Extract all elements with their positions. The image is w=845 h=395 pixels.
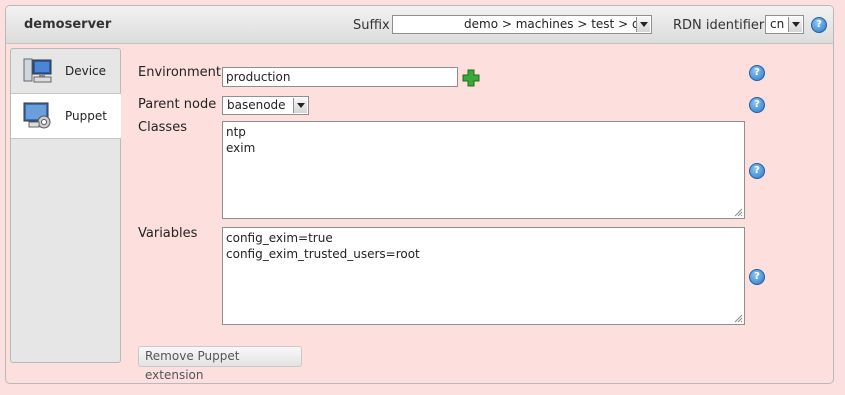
chevron-down-icon (293, 98, 307, 113)
tab-puppet-label: Puppet (65, 109, 107, 123)
classes-textarea[interactable]: ntp exim (222, 121, 745, 219)
variables-textarea[interactable]: config_exim=true config_exim_trusted_use… (222, 227, 745, 325)
dialog-frame: demoserver Suffix demo > machines > test… (5, 5, 834, 384)
add-icon[interactable] (462, 69, 480, 87)
parent-node-value: basenode (227, 98, 286, 112)
parent-node-label: Parent node (138, 97, 217, 112)
chevron-down-icon (788, 17, 802, 32)
resize-grip-icon[interactable] (733, 207, 743, 217)
rdn-select[interactable]: cn (765, 15, 804, 34)
resize-grip-icon[interactable] (733, 313, 743, 323)
help-icon[interactable]: ? (749, 163, 765, 179)
tab-panel: Device Puppet (10, 48, 121, 363)
page-title: demoserver (24, 17, 112, 32)
classes-label: Classes (138, 120, 187, 135)
environment-label: Environment (138, 65, 222, 80)
suffix-label: Suffix (353, 18, 390, 33)
computer-icon (23, 58, 52, 83)
puppet-gear-icon (23, 102, 51, 129)
tab-device[interactable]: Device (11, 49, 121, 94)
help-icon[interactable]: ? (749, 269, 765, 285)
header-bar: demoserver Suffix demo > machines > test… (6, 6, 833, 44)
help-icon[interactable]: ? (811, 17, 827, 33)
suffix-value: demo > machines > test > de (464, 17, 647, 31)
help-icon[interactable]: ? (749, 97, 765, 113)
variables-label: Variables (138, 226, 198, 241)
environment-input[interactable]: production (222, 67, 458, 87)
help-icon[interactable]: ? (749, 65, 765, 81)
suffix-select[interactable]: demo > machines > test > de (392, 15, 652, 34)
chevron-down-icon (636, 17, 650, 32)
tab-puppet[interactable]: Puppet (11, 94, 121, 139)
remove-puppet-extension-button[interactable]: Remove Puppet extension (138, 346, 302, 382)
rdn-label: RDN identifier (673, 18, 765, 33)
tab-device-label: Device (65, 64, 107, 78)
rdn-value: cn (770, 17, 785, 31)
parent-node-select[interactable]: basenode (222, 96, 309, 115)
